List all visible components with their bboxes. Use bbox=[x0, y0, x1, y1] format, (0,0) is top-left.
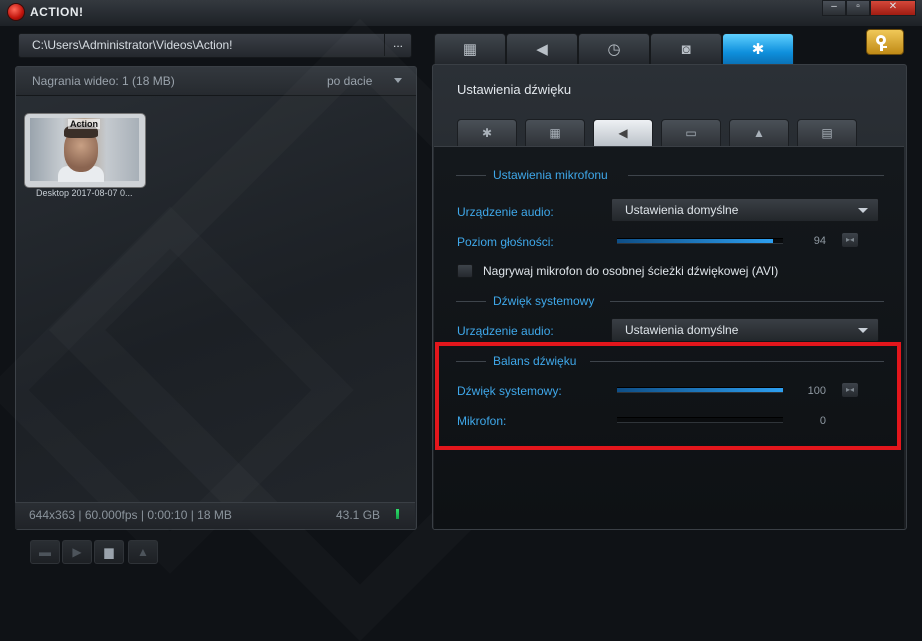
upload-icon: ▲ bbox=[753, 126, 765, 140]
film-icon: ▦ bbox=[462, 41, 478, 58]
chevron-down-icon[interactable] bbox=[858, 208, 868, 213]
film-icon: ▦ bbox=[549, 126, 561, 140]
group-title-system: Dźwięk systemowy bbox=[493, 294, 595, 308]
play-button[interactable]: ▶ bbox=[62, 540, 92, 564]
close-button[interactable]: ✕ bbox=[870, 0, 916, 16]
divider bbox=[628, 175, 884, 176]
page-title: Ustawienia dźwięku bbox=[457, 82, 572, 97]
license-key-button[interactable] bbox=[866, 29, 904, 55]
mic-device-value: Ustawienia domyślne bbox=[625, 203, 739, 217]
reset-icon: ▸◂ bbox=[845, 235, 855, 244]
title-bar bbox=[0, 0, 922, 26]
divider bbox=[456, 301, 486, 302]
chevron-down-icon[interactable] bbox=[394, 78, 402, 83]
highlight-box bbox=[435, 342, 901, 450]
maximize-button[interactable]: ▫ bbox=[846, 0, 870, 16]
subtab-general[interactable]: ✱ bbox=[457, 119, 517, 148]
group-title-mic: Ustawienia mikrofonu bbox=[493, 168, 608, 182]
separate-track-checkbox[interactable] bbox=[457, 264, 473, 278]
tab-settings[interactable]: ✱ bbox=[722, 33, 794, 66]
key-icon bbox=[876, 35, 887, 51]
camera-icon: ◙ bbox=[681, 41, 691, 58]
gear-icon: ✱ bbox=[751, 41, 765, 58]
system-device-value: Ustawienia domyślne bbox=[625, 323, 739, 337]
monitor-icon: ▭ bbox=[685, 126, 697, 140]
save-path-text: C:\Users\Administrator\Videos\Action! bbox=[32, 38, 233, 52]
tab-video[interactable]: ▦ bbox=[434, 33, 506, 66]
open-folder-button[interactable]: ▆ bbox=[94, 540, 124, 564]
play-icon: ▶ bbox=[72, 545, 82, 559]
tab-audio[interactable]: ◀ bbox=[506, 33, 578, 66]
separate-track-label: Nagrywaj mikrofon do osobnej ścieżki dźw… bbox=[483, 264, 779, 278]
divider bbox=[610, 301, 884, 302]
app-title: ACTION! bbox=[30, 5, 84, 19]
disk-free-space: 43.1 GB bbox=[336, 508, 381, 522]
subtab-video[interactable]: ▦ bbox=[525, 119, 585, 148]
sort-dropdown[interactable]: po dacie bbox=[327, 74, 372, 88]
divider bbox=[456, 175, 486, 176]
chevron-down-icon[interactable] bbox=[858, 328, 868, 333]
gear-icon: ✱ bbox=[481, 126, 493, 140]
stopwatch-icon: ◷ bbox=[607, 41, 621, 58]
speaker-icon: ◀ bbox=[618, 126, 628, 140]
app-logo-icon bbox=[8, 4, 24, 20]
minimize-button[interactable]: – bbox=[822, 0, 846, 16]
speaker-icon: ◀ bbox=[536, 41, 548, 58]
upload-icon: ▲ bbox=[137, 545, 149, 559]
recordings-count: Nagrania wideo: 1 (18 MB) bbox=[32, 74, 175, 88]
mic-volume-fill bbox=[617, 239, 773, 243]
delete-button[interactable]: ▬ bbox=[30, 540, 60, 564]
mic-volume-value: 94 bbox=[813, 235, 826, 247]
mic-volume-reset-button[interactable]: ▸◂ bbox=[842, 233, 858, 247]
thumbnail-watermark: Action bbox=[68, 119, 100, 129]
folder-icon: ▆ bbox=[104, 545, 114, 559]
upload-button[interactable]: ▲ bbox=[128, 540, 158, 564]
keyboard-icon: ▤ bbox=[821, 126, 833, 140]
subtab-audio[interactable]: ◀ bbox=[593, 119, 653, 148]
subtab-upload[interactable]: ▲ bbox=[729, 119, 789, 148]
system-device-label: Urządzenie audio: bbox=[457, 324, 554, 338]
tab-screenshots[interactable]: ◙ bbox=[650, 33, 722, 66]
disk-indicator-icon bbox=[396, 509, 399, 519]
mic-volume-label: Poziom głośności: bbox=[457, 235, 554, 249]
subtab-hotkeys[interactable]: ▤ bbox=[797, 119, 857, 148]
subtab-display[interactable]: ▭ bbox=[661, 119, 721, 148]
recording-caption: Desktop 2017-08-07 0... bbox=[36, 188, 133, 198]
minus-icon: ▬ bbox=[39, 545, 51, 559]
mic-device-label: Urządzenie audio: bbox=[457, 205, 554, 219]
recording-info: 644x363 | 60.000fps | 0:00:10 | 18 MB bbox=[29, 508, 232, 522]
tab-benchmark[interactable]: ◷ bbox=[578, 33, 650, 66]
